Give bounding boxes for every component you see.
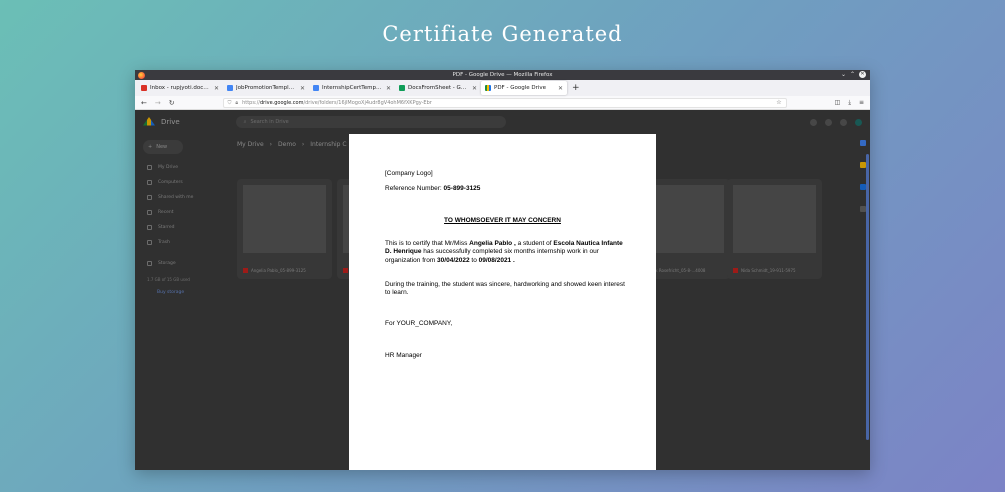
certificate-heading: TO WHOMSOEVER IT MAY CONCERN [444, 217, 561, 224]
pdf-preview-page: [Company Logo] Reference Number: 05-899-… [349, 134, 656, 470]
forward-icon[interactable]: → [155, 99, 161, 107]
bookmark-star-icon[interactable]: ☆ [776, 99, 781, 106]
menu-icon[interactable]: ≡ [859, 99, 864, 107]
url-bar[interactable]: ⛉ 🔒︎ https://drive.google.com/drive/fold… [222, 97, 787, 108]
tab-docs-from-sheet[interactable]: DocsFromSheet - Google S ✕ [395, 80, 481, 96]
url-text: https://drive.google.com/drive/folders/1… [242, 99, 432, 106]
download-icon[interactable]: ⤓ [848, 99, 851, 107]
close-tab-icon[interactable]: ✕ [386, 85, 391, 92]
close-tab-icon[interactable]: ✕ [558, 85, 563, 92]
google-sheets-icon [399, 85, 405, 91]
pocket-icon[interactable]: ◫ [835, 99, 841, 107]
shield-icon: ⛉ [227, 99, 232, 106]
reload-icon[interactable]: ↻ [169, 99, 175, 107]
gmail-icon [141, 85, 147, 91]
tab-inbox[interactable]: Inbox - rupjyoti.docsfrom ✕ [137, 80, 223, 96]
google-drive-icon [485, 85, 491, 91]
tab-pdf-google-drive[interactable]: PDF - Google Drive ✕ [481, 81, 567, 95]
signature-company: For YOUR_COMPANY, [385, 320, 453, 327]
toolbar-right: ◫ ⤓ ≡ [835, 99, 864, 107]
window-titlebar: PDF - Google Drive — Mozilla Firefox ⌄ ⌃… [135, 70, 870, 80]
close-tab-icon[interactable]: ✕ [472, 85, 477, 92]
window-controls: ⌄ ⌃ ✕ [841, 71, 866, 79]
firefox-logo-icon [138, 72, 145, 79]
certificate-body-paragraph: This is to certify that Mr/Miss Angelia … [385, 240, 623, 264]
tab-job-promotion-template[interactable]: JobPromotionTemplate - G ✕ [223, 80, 309, 96]
browser-window: PDF - Google Drive — Mozilla Firefox ⌄ ⌃… [135, 70, 870, 470]
minimize-icon[interactable]: ⌄ [841, 71, 846, 79]
tab-internship-cert-template[interactable]: InternshipCertTemplate - G ✕ [309, 80, 395, 96]
google-docs-icon [227, 85, 233, 91]
tab-bar: Inbox - rupjyoti.docsfrom ✕ JobPromotion… [135, 80, 870, 96]
lock-icon: 🔒︎ [235, 99, 239, 106]
page-headline: Certifiate Generated [382, 22, 623, 46]
close-window-icon[interactable]: ✕ [859, 71, 866, 78]
certificate-training-paragraph: During the training, the student was sin… [385, 281, 625, 297]
reference-number: Reference Number: 05-899-3125 [385, 185, 481, 192]
window-title: PDF - Google Drive — Mozilla Firefox [452, 72, 553, 78]
close-tab-icon[interactable]: ✕ [300, 85, 305, 92]
signature-role: HR Manager [385, 352, 422, 359]
close-tab-icon[interactable]: ✕ [214, 85, 219, 92]
navigation-bar: ← → ↻ ⛉ 🔒︎ https://drive.google.com/driv… [135, 96, 870, 110]
maximize-icon[interactable]: ⌃ [850, 71, 855, 79]
company-logo-placeholder: [Company Logo] [385, 170, 433, 177]
new-tab-button[interactable]: + [567, 80, 585, 96]
back-icon[interactable]: ← [141, 99, 147, 107]
google-docs-icon [313, 85, 319, 91]
